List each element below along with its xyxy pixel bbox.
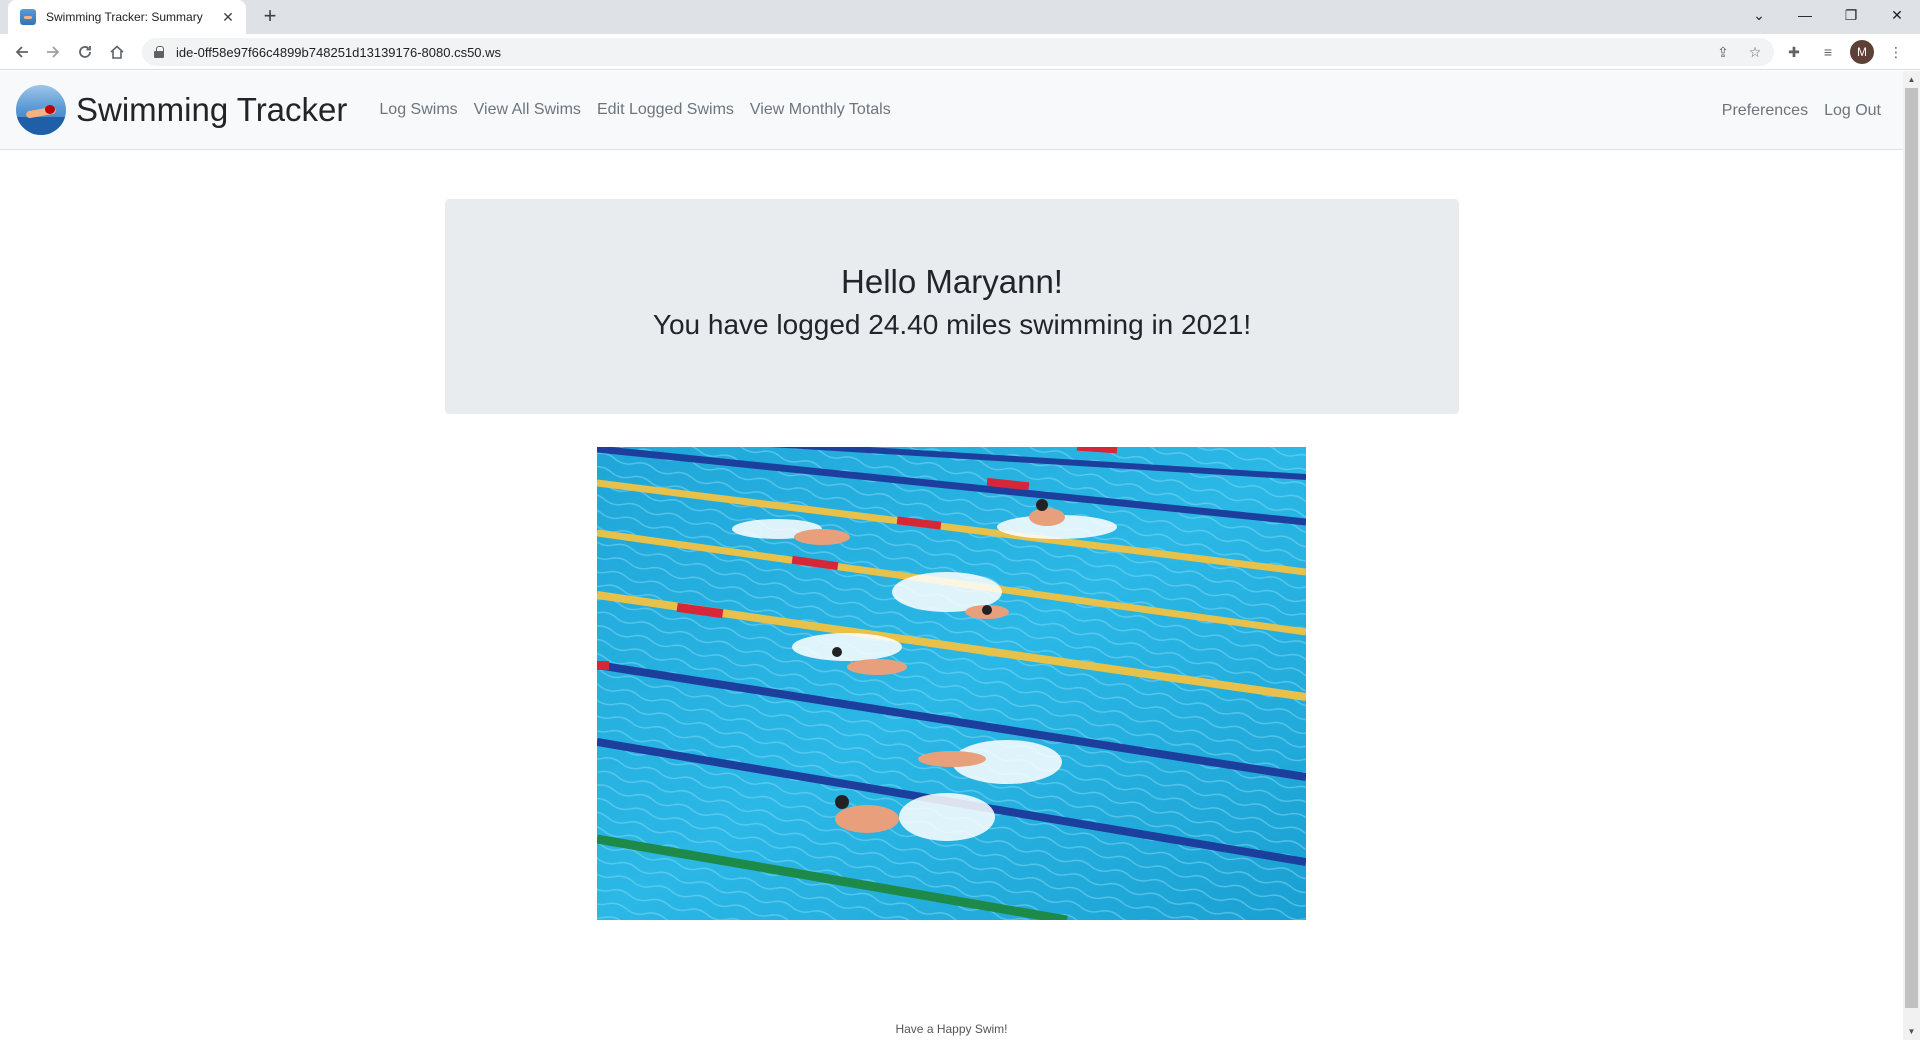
lock-icon — [154, 46, 164, 58]
close-tab-icon[interactable]: ✕ — [220, 9, 236, 25]
summary-jumbotron: Hello Maryann! You have logged 24.40 mil… — [445, 199, 1459, 414]
browser-tab[interactable]: Swimming Tracker: Summary ✕ — [8, 0, 246, 34]
profile-avatar[interactable]: M — [1850, 40, 1874, 64]
nav-log-out[interactable]: Log Out — [1816, 102, 1889, 120]
forward-arrow-icon[interactable] — [41, 40, 65, 64]
bookmark-star-icon[interactable]: ☆ — [1746, 43, 1764, 61]
nav-view-monthly-totals[interactable]: View Monthly Totals — [742, 101, 899, 119]
minimize-button[interactable]: — — [1782, 0, 1828, 30]
home-icon[interactable] — [105, 40, 129, 64]
page-scrollbar[interactable]: ▲ ▼ — [1903, 71, 1920, 1040]
nav-log-swims[interactable]: Log Swims — [371, 101, 465, 119]
address-bar[interactable]: ide-0ff58e97f66c4899b748251d13139176-808… — [142, 38, 1774, 66]
scroll-up-icon[interactable]: ▲ — [1903, 71, 1920, 88]
footer-text: Have a Happy Swim! — [895, 1022, 1008, 1036]
window-controls: ⌄ — ❐ ✕ — [1736, 0, 1920, 34]
extensions-puzzle-icon[interactable]: ✚ — [1782, 40, 1806, 64]
share-icon[interactable]: ⇪ — [1714, 43, 1732, 61]
browser-toolbar: ide-0ff58e97f66c4899b748251d13139176-808… — [0, 34, 1920, 70]
brand-name[interactable]: Swimming Tracker — [76, 91, 347, 129]
tab-search-icon[interactable]: ⌄ — [1736, 0, 1782, 30]
url-text: ide-0ff58e97f66c4899b748251d13139176-808… — [176, 44, 502, 60]
tab-title: Swimming Tracker: Summary — [46, 10, 203, 24]
swimmer-logo-icon[interactable] — [16, 85, 66, 135]
scroll-down-icon[interactable]: ▼ — [1903, 1023, 1920, 1040]
greeting-heading: Hello Maryann! — [841, 263, 1063, 300]
browser-tabstrip: Swimming Tracker: Summary ✕ + ⌄ — ❐ ✕ — [0, 0, 1920, 34]
swimming-pool-photo — [597, 447, 1306, 920]
menu-kebab-icon[interactable]: ⋮ — [1884, 40, 1908, 64]
nav-links: Log Swims View All Swims Edit Logged Swi… — [371, 101, 898, 119]
close-window-button[interactable]: ✕ — [1874, 0, 1920, 30]
nav-view-all-swims[interactable]: View All Swims — [466, 101, 589, 119]
nav-edit-logged-swims[interactable]: Edit Logged Swims — [589, 101, 742, 119]
nav-preferences[interactable]: Preferences — [1714, 102, 1816, 120]
restore-button[interactable]: ❐ — [1828, 0, 1874, 30]
nav-right-links: Preferences Log Out — [1714, 71, 1889, 150]
page-viewport: Swimming Tracker Log Swims View All Swim… — [0, 71, 1903, 1040]
reload-icon[interactable] — [73, 40, 97, 64]
media-queue-icon[interactable]: ≡ — [1816, 40, 1840, 64]
new-tab-button[interactable]: + — [258, 5, 282, 29]
tab-favicon-icon — [20, 9, 36, 25]
mileage-summary: You have logged 24.40 miles swimming in … — [652, 309, 1252, 340]
back-arrow-icon[interactable] — [10, 40, 34, 64]
site-navbar: Swimming Tracker Log Swims View All Swim… — [0, 71, 1903, 150]
scrollbar-thumb[interactable] — [1905, 88, 1918, 1008]
